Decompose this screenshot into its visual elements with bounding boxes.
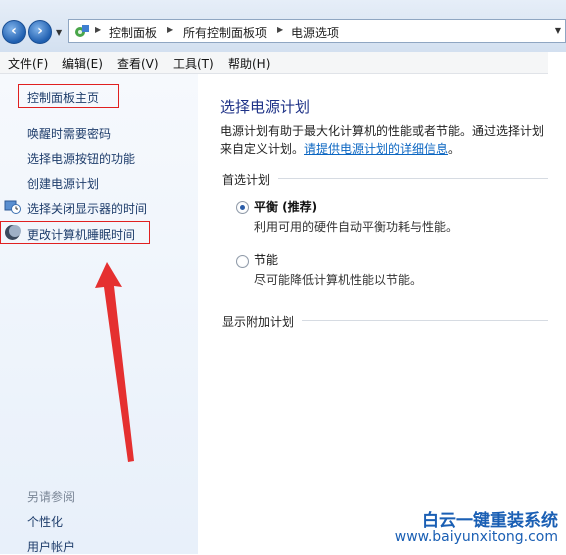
address-box[interactable]: ▶ 控制面板 ▶ 所有控制面板项 ▶ 电源选项 ▼ bbox=[68, 19, 566, 43]
breadcrumb-all-items[interactable]: 所有控制面板项 bbox=[183, 24, 267, 41]
sidebar-item-user-accounts[interactable]: 用户帐户 bbox=[27, 538, 75, 555]
sidebar-item-home[interactable]: 控制面板主页 bbox=[27, 89, 99, 106]
address-dropdown-icon[interactable]: ▼ bbox=[555, 26, 561, 35]
sidebar-item-display-off[interactable]: 选择关闭显示器的时间 bbox=[27, 200, 147, 217]
watermark: 白云一键重装系统 www.baiyunxitong.com bbox=[392, 506, 562, 550]
see-also-heading: 另请参阅 bbox=[27, 488, 75, 505]
menu-bar: 文件(F) 编辑(E) 查看(V) 工具(T) 帮助(H) bbox=[0, 52, 548, 74]
breadcrumb-separator-icon: ▶ bbox=[95, 25, 101, 34]
control-panel-icon bbox=[74, 23, 90, 39]
address-bar: ‹ › ▼ ▶ 控制面板 ▶ 所有控制面板项 ▶ 电源选项 ▼ bbox=[0, 0, 566, 52]
watermark-url: www.baiyunxitong.com bbox=[395, 529, 558, 545]
recent-pages-dropdown[interactable]: ▼ bbox=[56, 28, 62, 37]
preferred-plans-heading: 首选计划 bbox=[222, 171, 270, 188]
breadcrumb-separator-icon: ▶ bbox=[167, 25, 173, 34]
menu-view[interactable]: 查看(V) bbox=[117, 55, 159, 72]
description-suffix: 。 bbox=[448, 142, 460, 156]
moon-icon bbox=[4, 224, 21, 241]
power-saver-radio[interactable] bbox=[236, 255, 249, 268]
sidebar-item-create-plan[interactable]: 创建电源计划 bbox=[27, 175, 99, 192]
plan-power-saver-desc: 尽可能降低计算机性能以节能。 bbox=[254, 271, 422, 288]
breadcrumb-power-options[interactable]: 电源选项 bbox=[291, 24, 339, 41]
section-divider bbox=[278, 178, 548, 179]
menu-edit[interactable]: 编辑(E) bbox=[62, 55, 103, 72]
sidebar-item-wake-password[interactable]: 唤醒时需要密码 bbox=[27, 125, 111, 142]
breadcrumb-control-panel[interactable]: 控制面板 bbox=[109, 24, 157, 41]
plan-details-link[interactable]: 请提供电源计划的详细信息 bbox=[304, 142, 448, 156]
page-title: 选择电源计划 bbox=[220, 96, 310, 117]
window-edge bbox=[548, 52, 566, 554]
menu-help[interactable]: 帮助(H) bbox=[228, 55, 270, 72]
back-button[interactable]: ‹ bbox=[2, 20, 26, 44]
menu-file[interactable]: 文件(F) bbox=[8, 55, 48, 72]
additional-plans-toggle[interactable]: 显示附加计划 bbox=[222, 313, 294, 330]
breadcrumb-separator-icon: ▶ bbox=[277, 25, 283, 34]
sidebar-item-personalize[interactable]: 个性化 bbox=[27, 513, 63, 530]
display-clock-icon bbox=[4, 198, 21, 215]
sidebar: 控制面板主页 唤醒时需要密码 选择电源按钮的功能 创建电源计划 选择关闭显示器的… bbox=[0, 74, 198, 554]
main-content: 选择电源计划 电源计划有助于最大化计算机的性能或者节能。通过选择计划 来自定义计… bbox=[198, 74, 548, 554]
plan-balanced-name[interactable]: 平衡 (推荐) bbox=[254, 198, 317, 215]
forward-button[interactable]: › bbox=[28, 20, 52, 44]
plan-power-saver-name[interactable]: 节能 bbox=[254, 251, 278, 268]
description: 电源计划有助于最大化计算机的性能或者节能。通过选择计划 来自定义计划。请提供电源… bbox=[220, 122, 550, 158]
description-prefix: 来自定义计划。 bbox=[220, 142, 304, 156]
plan-balanced-desc: 利用可用的硬件自动平衡功耗与性能。 bbox=[254, 218, 458, 235]
watermark-title: 白云一键重装系统 bbox=[422, 506, 558, 531]
menu-tools[interactable]: 工具(T) bbox=[173, 55, 214, 72]
description-line-1: 电源计划有助于最大化计算机的性能或者节能。通过选择计划 bbox=[220, 122, 550, 140]
section-divider bbox=[302, 320, 548, 321]
description-line-2: 来自定义计划。请提供电源计划的详细信息。 bbox=[220, 140, 550, 158]
balanced-radio[interactable] bbox=[236, 201, 249, 214]
sidebar-item-sleep-time[interactable]: 更改计算机睡眠时间 bbox=[27, 226, 135, 243]
sidebar-item-power-button[interactable]: 选择电源按钮的功能 bbox=[27, 150, 135, 167]
